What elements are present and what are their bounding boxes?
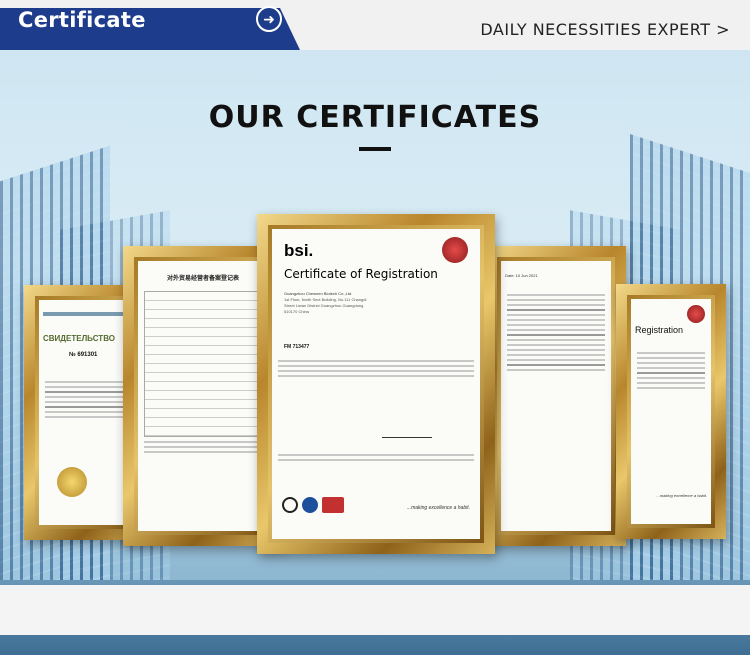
certificate-paper: 对外贸易经营者备案登记表	[138, 261, 268, 531]
bsi-logo: bsi.	[284, 241, 314, 260]
royal-charter-crest-icon	[442, 237, 468, 263]
certificate-number: FM 713477	[284, 344, 310, 350]
page-title: OUR CERTIFICATES	[208, 100, 542, 135]
title-underline	[359, 147, 391, 151]
header-bar: Certificate ➜ DAILY NECESSITIES EXPERT >	[0, 0, 750, 50]
iaf-mark-icon	[302, 497, 318, 513]
signature	[382, 424, 432, 438]
certificate-paper: bsi. Certificate of Registration Guangzh…	[272, 229, 480, 539]
certificate-body: Guangzhou Chewnen Biotech Co.,Ltd. 1st F…	[284, 291, 468, 315]
certificate-tagline: ...making excellence a habit.	[406, 505, 470, 511]
certificate-heading: СВИДЕТЕЛЬСТВО	[43, 334, 115, 343]
certificate-paper: Registration ...making excellence a habi…	[631, 299, 711, 524]
display-shelf	[0, 585, 750, 635]
certificate-paper: Date: 10 Jun 2021	[501, 261, 611, 531]
royal-charter-crest-icon	[687, 305, 705, 323]
accreditation-marks	[282, 497, 344, 513]
certificate-address: 1st Floor, North Sect Building, No.111 C…	[284, 297, 367, 314]
certificate-date: Date: 10 Jun 2021	[505, 273, 538, 278]
certificate-heading: Registration	[635, 325, 684, 335]
certificate-frame-bsi-registration[interactable]: bsi. Certificate of Registration Guangzh…	[257, 214, 495, 554]
certificate-frame-sds[interactable]: Date: 10 Jun 2021	[486, 246, 626, 546]
ukas-mark-icon	[282, 497, 298, 513]
certificate-tagline: ...making excellence a habit.	[656, 493, 707, 498]
registration-table	[144, 291, 262, 437]
arrow-right-circle-icon[interactable]: ➜	[256, 6, 282, 32]
anab-mark-icon	[322, 497, 344, 513]
daily-necessities-link[interactable]: DAILY NECESSITIES EXPERT >	[480, 20, 730, 39]
certificate-heading: Certificate of Registration	[284, 267, 438, 281]
certificate-number: № 691301	[69, 352, 98, 358]
header-title: Certificate	[18, 8, 146, 32]
gold-seal-icon	[57, 467, 87, 497]
certificate-heading: 对外贸易经营者备案登记表	[166, 276, 239, 282]
certificate-frame-bsi-second[interactable]: Registration ...making excellence a habi…	[616, 284, 726, 539]
